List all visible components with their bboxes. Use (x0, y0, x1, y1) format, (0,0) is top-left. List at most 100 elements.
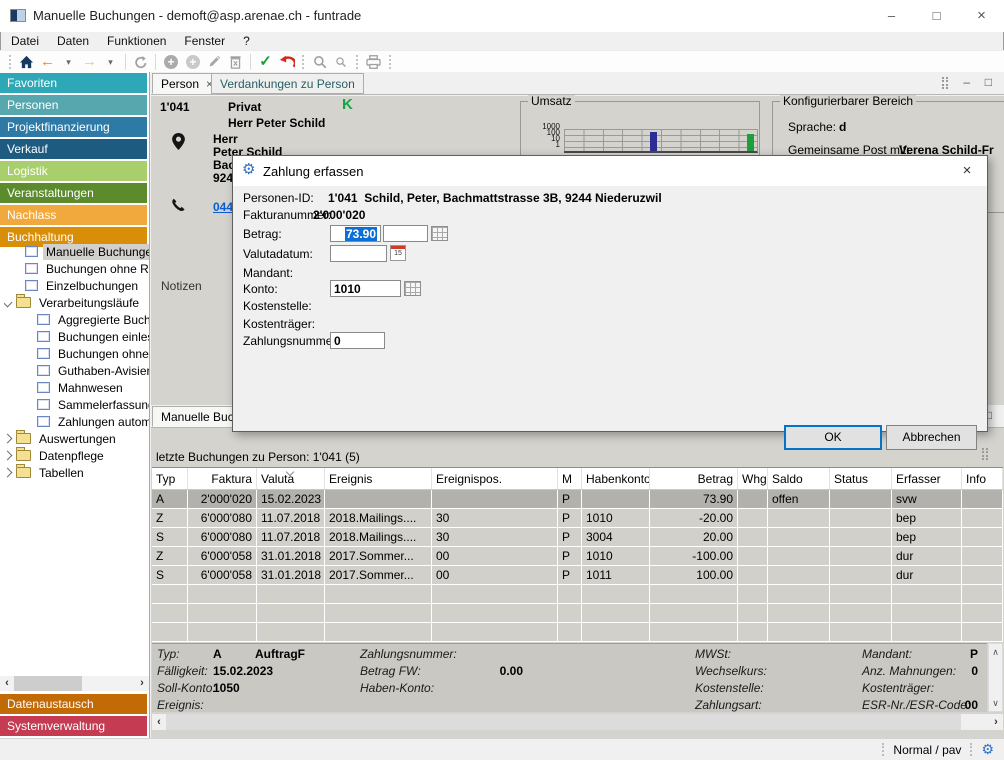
chevron-right-icon[interactable] (4, 468, 12, 478)
undo-icon[interactable] (276, 53, 297, 71)
sidebar-horizontal-scrollbar[interactable]: ‹ › (0, 676, 149, 691)
confirm-icon[interactable]: ✓ (255, 53, 276, 71)
column-header[interactable]: Info (962, 468, 1003, 489)
panel-maximize-icon[interactable]: □ (985, 75, 992, 89)
tab-verdankungen[interactable]: Verdankungen zu Person (211, 73, 364, 94)
menu-item-datei[interactable]: Datei (2, 33, 48, 49)
tree-item[interactable]: Tabellen (4, 464, 149, 481)
tree-item[interactable]: Buchungen ohne Refe (25, 260, 149, 277)
minimize-button[interactable]: – (869, 0, 914, 32)
phone-link[interactable]: 044 (213, 200, 233, 214)
tree-item[interactable]: Zahlungen automat (37, 413, 149, 430)
sidebar-item-datenaustausch[interactable]: Datenaustausch (0, 694, 147, 714)
back-dropdown-icon[interactable]: ▾ (58, 53, 79, 71)
betrag-secondary-input[interactable] (383, 225, 428, 242)
tree-item[interactable]: Datenpflege (4, 447, 149, 464)
table-row[interactable]: S6'000'05831.01.20182017.Sommer...00P101… (152, 566, 1003, 585)
sidebar-item-logistik[interactable]: Logistik (0, 161, 147, 181)
sidebar-item-veranstaltungen[interactable]: Veranstaltungen (0, 183, 147, 203)
lookup-grid-icon[interactable] (431, 226, 448, 241)
table-row[interactable]: A2'000'02015.02.2023P73.90offensvw (152, 490, 1003, 509)
tree-item[interactable]: Mahnwesen (37, 379, 149, 396)
tree-item[interactable]: Aggregierte Buchun (37, 311, 149, 328)
tree-item[interactable]: Auswertungen (4, 430, 149, 447)
table-row-empty (152, 623, 1003, 642)
ok-button[interactable]: OK (784, 425, 882, 450)
search-icon[interactable] (309, 53, 330, 71)
chevron-right-icon[interactable] (4, 434, 12, 444)
column-header[interactable]: Typ (152, 468, 188, 489)
column-header[interactable]: Habenkonto (582, 468, 650, 489)
sidebar-item-personen[interactable]: Personen (0, 95, 147, 115)
scroll-up-icon[interactable]: ∧ (989, 647, 1002, 657)
scroll-left-icon[interactable]: ‹ (0, 676, 14, 691)
panel-grip-icon (942, 77, 948, 89)
window-icon (37, 365, 50, 376)
close-button[interactable]: × (959, 0, 1004, 32)
chevron-down-icon[interactable] (4, 298, 12, 308)
konto-input[interactable]: 1010 (330, 280, 401, 297)
sidebar-item-favoriten[interactable]: Favoriten (0, 73, 147, 93)
column-header[interactable]: Valuta (257, 468, 325, 489)
tree-item[interactable]: Einzelbuchungen (25, 277, 149, 294)
edit-icon[interactable] (204, 53, 225, 71)
column-header[interactable]: Betrag (650, 468, 738, 489)
scrollbar-thumb[interactable] (166, 714, 961, 730)
detail-label: Wechselkurs: (695, 664, 767, 678)
scroll-down-icon[interactable]: ∨ (989, 698, 1002, 708)
tree-item[interactable]: Manuelle Buchungen (25, 243, 149, 260)
sidebar-item-systemverwaltung[interactable]: Systemverwaltung (0, 716, 147, 736)
tab-manuelle-buchungen[interactable]: Manuelle Buch (152, 406, 238, 427)
menu-item-funktionen[interactable]: Funktionen (98, 33, 175, 49)
menu-item-fenster[interactable]: Fenster (175, 33, 234, 49)
betrag-input[interactable]: 73.90 (330, 225, 381, 242)
scroll-right-icon[interactable]: › (135, 676, 149, 691)
sidebar-item-nachlass[interactable]: Nachlass (0, 205, 147, 225)
column-header[interactable]: Erfasser (892, 468, 962, 489)
column-header[interactable]: Faktura (188, 468, 257, 489)
chevron-right-icon[interactable] (4, 451, 12, 461)
column-header[interactable]: M (558, 468, 582, 489)
add-icon[interactable]: + (164, 55, 178, 69)
table-row[interactable]: Z6'000'05831.01.20182017.Sommer...00P101… (152, 547, 1003, 566)
delete-icon[interactable] (225, 53, 246, 71)
sidebar-item-projektfinanzierung[interactable]: Projektfinanzierung (0, 117, 147, 137)
calendar-icon[interactable]: 15 (390, 245, 406, 261)
panel-minimize-icon[interactable]: – (963, 75, 970, 89)
tree-item[interactable]: Sammelerfassung S (37, 396, 149, 413)
column-header[interactable]: Saldo (768, 468, 830, 489)
scrollbar-thumb[interactable] (14, 676, 82, 691)
scroll-left-icon[interactable]: ‹ (152, 715, 166, 730)
forward-dropdown-icon[interactable]: ▾ (100, 53, 121, 71)
add-alt-icon[interactable]: + (186, 55, 200, 69)
back-icon[interactable]: ← (37, 53, 58, 71)
tree-item[interactable]: Buchungen einlese (37, 328, 149, 345)
sidebar-item-verkauf[interactable]: Verkauf (0, 139, 147, 159)
lookup-grid-icon[interactable] (404, 281, 421, 296)
menu-item-daten[interactable]: Daten (48, 33, 98, 49)
zahlungsnummer-input[interactable]: 0 (330, 332, 385, 349)
bottom-horizontal-scrollbar[interactable]: ‹ › (152, 714, 1003, 730)
tree-item[interactable]: Verarbeitungsläufe (4, 294, 149, 311)
settings-gear-icon[interactable]: ⚙ (981, 741, 994, 758)
valutadatum-input[interactable] (330, 245, 387, 262)
column-header[interactable]: Ereignis (325, 468, 432, 489)
refresh-icon[interactable] (130, 53, 151, 71)
cancel-button[interactable]: Abbrechen (886, 425, 977, 450)
tree-item[interactable]: Guthaben-Avisierun (37, 362, 149, 379)
table-row[interactable]: S6'000'08011.07.20182018.Mailings....30P… (152, 528, 1003, 547)
home-icon[interactable] (16, 53, 37, 71)
scroll-right-icon[interactable]: › (989, 715, 1003, 730)
table-row[interactable]: Z6'000'08011.07.20182018.Mailings....30P… (152, 509, 1003, 528)
detail-vertical-scrollbar[interactable]: ∧ ∨ (988, 643, 1003, 712)
menu-item-?[interactable]: ? (234, 33, 259, 49)
search-small-icon[interactable] (332, 54, 348, 68)
dialog-close-icon[interactable]: × (947, 156, 987, 186)
print-icon[interactable] (363, 53, 384, 71)
maximize-button[interactable]: □ (914, 0, 959, 32)
column-header[interactable]: Whg (738, 468, 768, 489)
forward-icon[interactable]: → (79, 53, 100, 71)
column-header[interactable]: Ereignispos. (432, 468, 558, 489)
column-header[interactable]: Status (830, 468, 892, 489)
tree-item[interactable]: Buchungen ohne R (37, 345, 149, 362)
